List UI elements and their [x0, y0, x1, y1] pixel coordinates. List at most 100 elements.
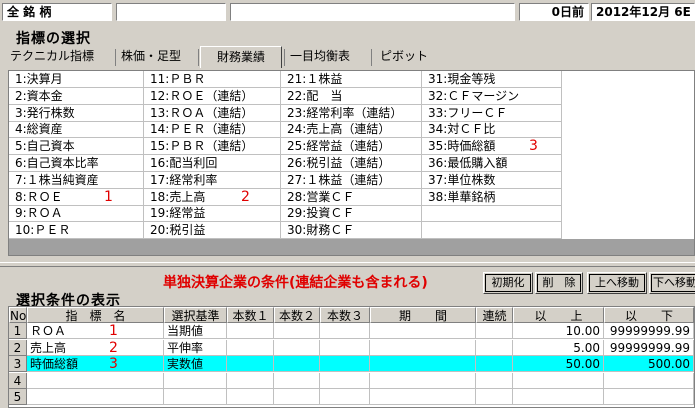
indicator-name-cell[interactable]: 売上高 2	[27, 339, 164, 356]
header-count-3[interactable]: 本数３	[320, 307, 370, 323]
consecutive-cell[interactable]	[476, 339, 513, 356]
count-1-cell[interactable]	[227, 372, 274, 389]
header-criteria[interactable]: 選択基準	[164, 307, 227, 323]
init-button[interactable]: 初期化	[483, 272, 533, 294]
indicator-item[interactable]: 7:１株当純資産	[9, 171, 144, 189]
indicator-item[interactable]: 27:１株益（連結）	[281, 171, 422, 189]
criteria-cell[interactable]	[164, 372, 227, 389]
consecutive-cell[interactable]	[476, 323, 513, 339]
indicator-item[interactable]: 33:フリーＣＦ	[422, 104, 562, 122]
indicator-name-cell[interactable]: 時価総額 3	[27, 356, 164, 372]
min-value-cell[interactable]	[513, 372, 604, 389]
indicator-item[interactable]: 22:配 当	[281, 87, 422, 105]
min-value-cell[interactable]	[513, 389, 604, 405]
indicator-item[interactable]: 18:売上高	[144, 188, 281, 206]
indicator-item[interactable]: 12:ＲＯＥ（連結）	[144, 87, 281, 105]
delete-button[interactable]: 削 除	[535, 272, 583, 294]
move-up-button[interactable]: 上へ移動	[587, 272, 647, 294]
indicator-item[interactable]: 3:発行株数	[9, 104, 144, 122]
tab-pivot[interactable]: ピボット	[378, 46, 448, 68]
indicator-item[interactable]: 5:自己資本	[9, 138, 144, 156]
indicator-item[interactable]: 11:ＰＢＲ	[144, 71, 281, 88]
indicator-item[interactable]: 32:ＣＦマージン	[422, 87, 562, 105]
count-2-cell[interactable]	[274, 356, 320, 372]
tab-technical[interactable]: テクニカル指標	[8, 46, 114, 68]
header-indicator-name[interactable]: 指 標 名	[27, 307, 164, 323]
indicator-item[interactable]: 37:単位株数	[422, 171, 562, 189]
tab-financial[interactable]: 財務業績	[200, 46, 282, 68]
count-2-cell[interactable]	[274, 339, 320, 356]
indicator-item[interactable]: 6:自己資本比率	[9, 155, 144, 172]
indicator-item[interactable]: 21:１株益	[281, 71, 422, 88]
row-number[interactable]: 5	[9, 389, 27, 405]
indicator-item[interactable]: 14:ＰＥＲ（連結）	[144, 121, 281, 139]
count-2-cell[interactable]	[274, 372, 320, 389]
header-max[interactable]: 以 下	[604, 307, 694, 323]
indicator-item[interactable]: 28:営業ＣＦ	[281, 188, 422, 206]
indicator-item[interactable]: 24:売上高（連結）	[281, 121, 422, 139]
move-down-button[interactable]: 下へ移動	[649, 272, 695, 294]
indicator-item[interactable]: 1:決算月	[9, 71, 144, 88]
indicator-name-cell[interactable]	[27, 372, 164, 389]
count-3-cell[interactable]	[320, 323, 370, 339]
splitter[interactable]	[0, 262, 695, 267]
row-number[interactable]: 1	[9, 323, 27, 339]
indicator-item[interactable]: 36:最低購入額	[422, 155, 562, 172]
max-value-cell[interactable]	[604, 372, 694, 389]
criteria-cell[interactable]: 実数値	[164, 356, 227, 372]
max-value-cell[interactable]: 99999999.99	[604, 339, 694, 356]
days-ago-field[interactable]: 0日前	[519, 3, 589, 21]
indicator-name-cell[interactable]: ＲＯＡ 1	[27, 323, 164, 339]
max-value-cell[interactable]: 500.00	[604, 356, 694, 372]
criteria-cell[interactable]: 当期値	[164, 323, 227, 339]
indicator-item[interactable]: 16:配当利回	[144, 155, 281, 172]
count-2-cell[interactable]	[274, 389, 320, 405]
header-count-1[interactable]: 本数１	[227, 307, 274, 323]
consecutive-cell[interactable]	[476, 389, 513, 405]
tab-ichimoku[interactable]: 一目均衡表	[288, 46, 370, 68]
indicator-item[interactable]: 31:現金等残	[422, 71, 562, 88]
indicator-item[interactable]: 38:単華銘柄	[422, 188, 562, 206]
date-field[interactable]: 2012年12月 6E	[591, 3, 695, 21]
indicator-item[interactable]: 10:ＰＥＲ	[9, 222, 144, 240]
max-value-cell[interactable]	[604, 389, 694, 405]
header-count-2[interactable]: 本数２	[274, 307, 320, 323]
indicator-name-cell[interactable]	[27, 389, 164, 405]
indicator-item[interactable]: 35:時価総額	[422, 138, 562, 156]
indicator-item[interactable]: 30:財務ＣＦ	[281, 222, 422, 240]
count-1-cell[interactable]	[227, 356, 274, 372]
count-2-cell[interactable]	[274, 323, 320, 339]
max-value-cell[interactable]: 99999999.99	[604, 323, 694, 339]
indicator-item[interactable]: 26:税引益（連結）	[281, 155, 422, 172]
criteria-cell[interactable]	[164, 389, 227, 405]
stock-scope-field[interactable]: 全 銘 柄	[2, 3, 112, 21]
row-number[interactable]: 2	[9, 339, 27, 356]
indicator-item[interactable]: 9:ＲＯＡ	[9, 205, 144, 223]
indicator-item[interactable]: 17:経常利率	[144, 171, 281, 189]
header-consecutive[interactable]: 連続	[476, 307, 513, 323]
tab-price-candle[interactable]: 株価・足型	[119, 46, 197, 68]
indicator-item[interactable]: 25:経常益（連結）	[281, 138, 422, 156]
indicator-item[interactable]: 2:資本金	[9, 87, 144, 105]
indicator-item[interactable]: 15:ＰＢＲ（連結）	[144, 138, 281, 156]
indicator-item[interactable]: 20:税引益	[144, 222, 281, 240]
count-1-cell[interactable]	[227, 339, 274, 356]
count-3-cell[interactable]	[320, 389, 370, 405]
indicator-item[interactable]: 34:対ＣＦ比	[422, 121, 562, 139]
indicator-item[interactable]: 23:経常利率（連結）	[281, 104, 422, 122]
period-cell[interactable]	[370, 356, 476, 372]
period-cell[interactable]	[370, 339, 476, 356]
count-3-cell[interactable]	[320, 339, 370, 356]
indicator-item[interactable]: 4:総資産	[9, 121, 144, 139]
min-value-cell[interactable]: 50.00	[513, 356, 604, 372]
count-1-cell[interactable]	[227, 323, 274, 339]
header-min[interactable]: 以 上	[513, 307, 604, 323]
indicator-item[interactable]: 29:投資ＣＦ	[281, 205, 422, 223]
row-number[interactable]: 4	[9, 372, 27, 389]
period-cell[interactable]	[370, 323, 476, 339]
indicator-item[interactable]: 13:ＲＯＡ（連結）	[144, 104, 281, 122]
indicator-item[interactable]: 19:経常益	[144, 205, 281, 223]
min-value-cell[interactable]: 10.00	[513, 323, 604, 339]
header-no[interactable]: No	[9, 307, 27, 323]
criteria-cell[interactable]: 平伸率	[164, 339, 227, 356]
